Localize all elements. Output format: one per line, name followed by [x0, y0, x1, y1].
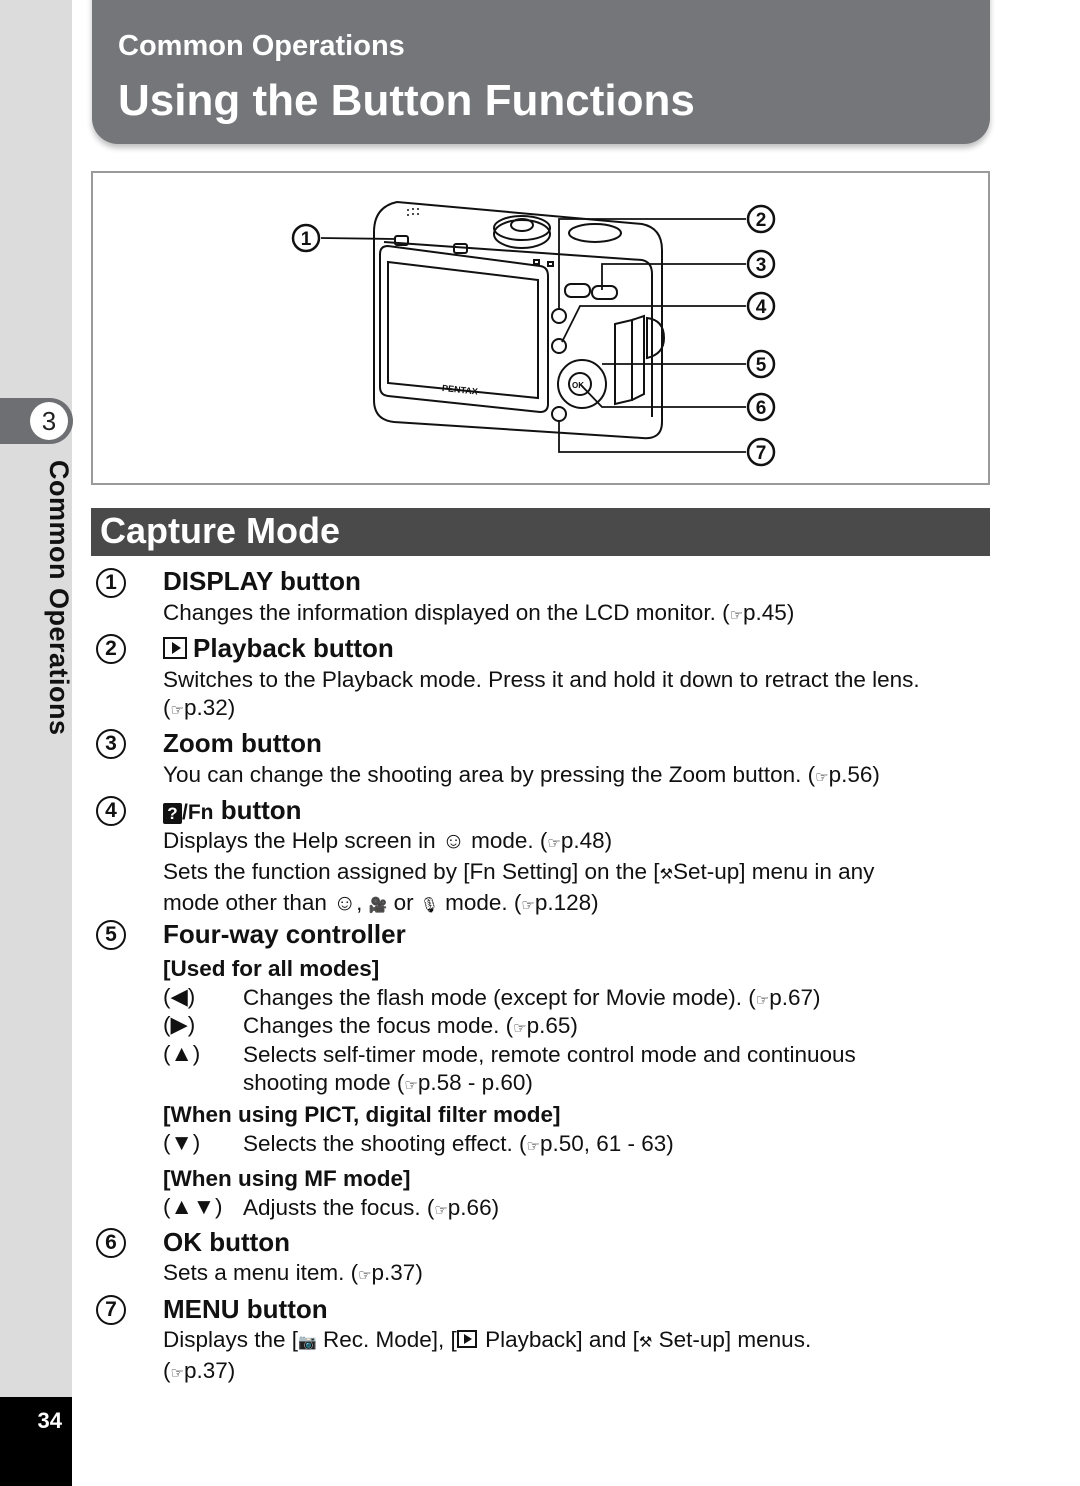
- mode-dial: [493, 219, 551, 249]
- ref-icon: ☞: [547, 835, 561, 852]
- smile-icon: ☺: [333, 890, 357, 915]
- desc-down: Selects the shooting effect. (☞p.50, 61 …: [243, 1131, 674, 1156]
- item-title-ok: OK button: [163, 1227, 291, 1257]
- desc-right: Changes the focus mode. (☞p.65): [243, 1013, 578, 1038]
- ref-icon: ☞: [729, 607, 744, 624]
- item-number-1: 1: [96, 568, 126, 598]
- item-desc-display: Changes the information displayed on the…: [163, 600, 795, 625]
- header-subtitle: Common Operations: [118, 30, 405, 62]
- camera-back-drawing: PENTAX OK 1 2 3 4 5 6 7: [291, 200, 776, 467]
- callout-3: 3: [746, 249, 776, 279]
- svg-text:4: 4: [756, 297, 767, 318]
- svg-text:6: 6: [756, 398, 767, 419]
- key-left: (◀): [163, 984, 196, 1009]
- page-title: Using the Button Functions: [118, 76, 695, 125]
- ref-icon: ☞: [815, 769, 829, 786]
- item-desc-playback: Switches to the Playback mode. Press it …: [163, 667, 920, 720]
- item-title-playback: Playback button: [163, 633, 394, 664]
- item-number-2: 2: [96, 634, 126, 664]
- callout-5: 5: [746, 349, 776, 379]
- ref-icon: ☞: [755, 992, 770, 1009]
- callout-4: 4: [746, 291, 776, 321]
- item-number-7: 7: [96, 1295, 126, 1325]
- item-number-5: 5: [96, 920, 126, 950]
- ref-icon: ☞: [521, 897, 535, 914]
- camera-icon: 📷: [298, 1334, 317, 1351]
- ref-icon: ☞: [358, 1267, 372, 1284]
- chapter-label: Common Operations: [44, 460, 74, 736]
- item-number-4: 4: [96, 796, 126, 826]
- item-title-menu: MENU button: [163, 1294, 328, 1324]
- svg-text:5: 5: [756, 355, 767, 376]
- fn-button-shape: [551, 338, 567, 354]
- key-up: (▲): [163, 1041, 201, 1066]
- desc-up-down: Adjusts the focus. (☞p.66): [243, 1195, 500, 1220]
- item-title-help-fn: ?/Fn button: [163, 795, 302, 826]
- subhead-all-modes: [Used for all modes]: [163, 956, 380, 981]
- subhead-pict-filter: [When using PICT, digital filter mode]: [163, 1102, 561, 1127]
- section-title: Capture Mode: [100, 510, 341, 551]
- desc-up: Selects self-timer mode, remote control …: [243, 1042, 856, 1095]
- mic-icon: 🎙: [419, 897, 439, 914]
- leader-line-1: [320, 237, 396, 240]
- chapter-number: 3: [30, 402, 68, 440]
- playback-icon: [163, 637, 187, 659]
- item-desc-ok: Sets a menu item. (☞p.37): [163, 1260, 423, 1285]
- item-desc-zoom: You can change the shooting area by pres…: [163, 762, 880, 787]
- item-desc-help-fn: Displays the Help screen in ☺ mode. (☞p.…: [163, 828, 875, 915]
- callout-1: 1: [291, 223, 321, 253]
- zoom-rocker-shape: [564, 283, 591, 298]
- wrench-icon: ⚒: [638, 1334, 653, 1351]
- svg-text:3: 3: [756, 255, 767, 276]
- ref-icon: ☞: [404, 1077, 418, 1094]
- camera-illustration: PENTAX OK 1 2 3 4 5 6 7: [91, 171, 990, 485]
- item-number-6: 6: [96, 1228, 126, 1258]
- item-number-3: 3: [96, 729, 126, 759]
- item-desc-menu: Displays the [📷 Rec. Mode], [ Playback] …: [163, 1327, 812, 1383]
- ref-icon: ☞: [526, 1138, 540, 1155]
- ref-icon: ☞: [170, 1365, 184, 1382]
- lcd-screen: [387, 260, 539, 400]
- wrench-icon: ⚒: [659, 866, 674, 883]
- movie-icon: 🎥: [368, 897, 388, 914]
- svg-text:7: 7: [756, 443, 767, 464]
- svg-text:2: 2: [756, 210, 767, 231]
- callout-6: 6: [746, 392, 776, 422]
- playback-icon: [456, 1330, 477, 1348]
- item-title-zoom: Zoom button: [163, 728, 322, 758]
- brand-label: PENTAX: [442, 383, 479, 397]
- desc-left: Changes the flash mode (except for Movie…: [243, 985, 821, 1010]
- key-up-down: (▲▼): [163, 1194, 223, 1219]
- playback-button-shape: [551, 308, 567, 324]
- key-right: (▶): [163, 1012, 196, 1037]
- callout-2: 2: [746, 204, 776, 234]
- page-number: 34: [37, 1408, 62, 1433]
- item-title-display: DISPLAY button: [163, 566, 361, 596]
- help-icon: ?: [163, 803, 182, 824]
- ref-icon: ☞: [434, 1202, 448, 1219]
- key-down: (▼): [163, 1130, 201, 1155]
- ref-icon: ☞: [170, 702, 184, 719]
- leader-line-3: [601, 263, 746, 290]
- item-title-four-way: Four-way controller: [163, 919, 406, 949]
- callout-7: 7: [746, 437, 776, 467]
- menu-button-shape: [551, 406, 567, 422]
- leader-line-4: [561, 305, 746, 343]
- subhead-mf-mode: [When using MF mode]: [163, 1166, 411, 1191]
- svg-text:1: 1: [301, 229, 312, 250]
- ref-icon: ☞: [513, 1020, 527, 1037]
- smile-icon: ☺: [441, 828, 465, 853]
